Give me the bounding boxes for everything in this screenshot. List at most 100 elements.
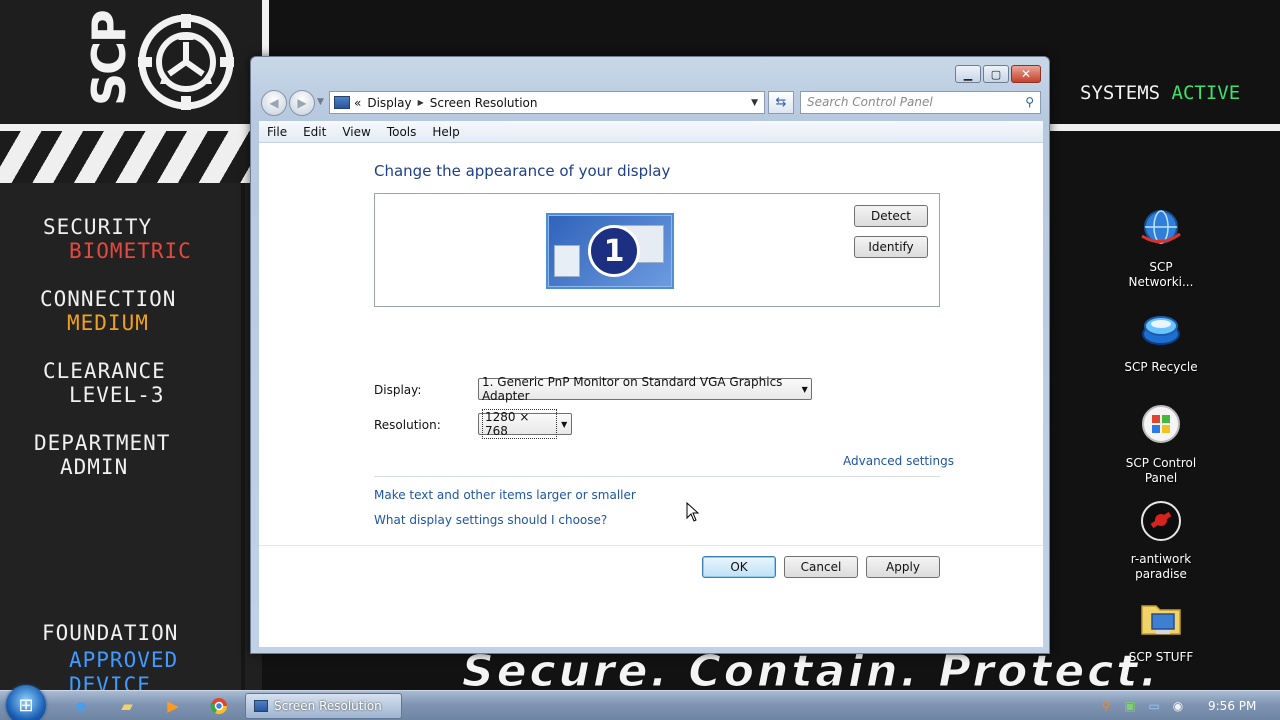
maximize-icon: ▢ [990,67,1002,81]
hazard-stripes [0,131,262,183]
address-bar[interactable]: « Display ▶ Screen Resolution ▼ [329,91,765,114]
scp-logo-text: SCP [82,11,136,106]
menu-help[interactable]: Help [424,125,467,139]
systems-status-value: ACTIVE [1171,82,1241,104]
menu-view[interactable]: View [334,125,378,139]
close-button[interactable]: ✕ [1011,65,1041,83]
scp-logo-area: SCP [0,0,262,124]
antiwork-logo-icon [1141,501,1181,541]
menu-edit[interactable]: Edit [295,125,334,139]
minimize-button[interactable]: ▁ [955,65,981,83]
window-content: Change the appearance of your display 1 … [259,143,1043,647]
foundation-value: APPROVED [69,648,179,672]
monitor-window-graphic [554,245,580,277]
connection-label: CONNECTION [40,287,177,311]
caption-buttons: ▁ ▢ ✕ [953,65,1041,83]
tray-volume-icon[interactable]: ◉ [1168,695,1188,717]
foundation-label: FOUNDATION [42,621,179,645]
address-dropdown-icon[interactable]: ▼ [751,98,758,108]
network-globe-icon [1141,210,1181,244]
refresh-icon: ⇆ [775,95,787,110]
monitor-preview-area: 1 Detect Identify [374,193,940,307]
status-side-panel: SECURITY BIOMETRIC CONNECTION MEDIUM CLE… [0,183,245,690]
forward-button[interactable]: ▶ [289,90,315,116]
display-control-icon [334,96,350,109]
apply-button[interactable]: Apply [866,556,940,578]
search-icon[interactable]: ⚲ [1025,95,1034,109]
search-placeholder: Search Control Panel [807,95,933,109]
forward-arrow-icon: ▶ [297,96,307,110]
page-title: Change the appearance of your display [374,162,671,180]
maximize-button[interactable]: ▢ [983,65,1009,83]
desktop-icon-scp-control-panel[interactable]: SCP Control Panel [1116,402,1206,486]
display-settings-help-link[interactable]: What display settings should I choose? [374,513,607,527]
security-label: SECURITY [43,215,153,239]
system-tray: ⚲ ▣ ▭ ◉ [1096,695,1192,717]
cancel-button[interactable]: Cancel [784,556,858,578]
start-button[interactable]: ⊞ [6,685,46,720]
back-button[interactable]: ◀ [261,90,287,116]
connection-value: MEDIUM [67,311,149,335]
tray-network-icon[interactable]: ▣ [1120,695,1140,717]
address-root[interactable]: « [354,96,361,110]
systems-status: SYSTEMS ACTIVE [1080,82,1240,104]
close-icon: ✕ [1020,67,1032,81]
text-size-link[interactable]: Make text and other items larger or smal… [374,488,636,502]
desktop-icon-scp-recycle[interactable]: SCP Recycle [1116,306,1206,375]
recent-pages-dropdown-icon[interactable]: ▼ [317,97,324,107]
desktop-icon-scp-stuff[interactable]: SCP STUFF [1116,596,1206,665]
tray-search-icon[interactable]: ⚲ [1096,695,1116,717]
desktop-icon-label: SCP Recycle [1124,360,1198,374]
minimize-icon: ▁ [963,67,973,81]
monitor-number: 1 [588,225,640,277]
menu-file[interactable]: File [259,125,295,139]
navigation-bar: ◀ ▶ ▼ « Display ▶ Screen Resolution ▼ ⇆ … [259,89,1043,116]
tray-display-icon[interactable]: ▭ [1144,695,1164,717]
advanced-settings-link[interactable]: Advanced settings [843,454,954,468]
footer-divider [259,545,1043,546]
folder-computer-icon [1141,605,1181,635]
department-label: DEPARTMENT [34,431,171,455]
display-select[interactable]: 1. Generic PnP Monitor on Standard VGA G… [478,375,812,403]
breadcrumb-screen-resolution[interactable]: Screen Resolution [430,96,538,110]
resolution-select-value: 1280 × 768 [482,409,558,439]
breadcrumb-display[interactable]: Display [367,96,411,110]
chevron-down-icon: ▼ [561,419,568,429]
ok-button[interactable]: OK [702,556,776,578]
control-panel-icon [1142,405,1180,443]
desktop-icon-label: r-antiwork paradise [1130,552,1192,581]
department-value: ADMIN [60,455,129,479]
taskbar-task-label: Screen Resolution [274,699,382,713]
desktop-icon-label: SCP Control Panel [1125,456,1197,485]
desktop-icon-label: SCP Networki... [1128,260,1194,289]
taskbar-clock[interactable]: 9:56 PM [1208,699,1256,713]
desktop-icon-scp-networking[interactable]: SCP Networki... [1116,206,1206,290]
scp-emblem-icon [138,14,234,110]
taskbar-screen-resolution[interactable]: Screen Resolution [245,693,402,719]
breadcrumb-separator-icon[interactable]: ▶ [418,98,424,107]
detect-button[interactable]: Detect [854,205,928,227]
resolution-label: Resolution: [374,418,441,432]
chrome-icon[interactable] [208,695,230,717]
desktop-icon-r-antiwork[interactable]: r-antiwork paradise [1116,498,1206,582]
chevron-down-icon: ▼ [801,384,808,394]
content-divider [374,476,940,477]
screen-resolution-window: ▁ ▢ ✕ ◀ ▶ ▼ « Display ▶ Screen Resolutio… [250,56,1050,654]
refresh-button[interactable]: ⇆ [768,91,794,114]
identify-button[interactable]: Identify [854,236,928,258]
taskbar: ⊞ e ▰ ▶ Screen Resolution ⚲ ▣ ▭ ◉ 9:56 P… [0,685,1280,720]
menu-bar: File Edit View Tools Help [259,121,1043,143]
search-input[interactable]: Search Control Panel ⚲ [800,91,1041,114]
clearance-label: CLEARANCE [43,359,166,383]
chrome-logo-icon [210,698,228,715]
resolution-select[interactable]: 1280 × 768 ▼ [478,409,572,439]
clearance-value: LEVEL-3 [69,383,165,407]
file-explorer-icon[interactable]: ▰ [116,695,138,717]
systems-status-label: SYSTEMS [1080,82,1161,104]
internet-explorer-icon[interactable]: e [70,695,92,717]
mouse-cursor-icon [686,502,700,522]
windows-logo-icon: ⊞ [18,694,34,716]
menu-tools[interactable]: Tools [379,125,425,139]
media-player-icon[interactable]: ▶ [162,695,184,717]
monitor-tile[interactable]: 1 [546,213,674,289]
